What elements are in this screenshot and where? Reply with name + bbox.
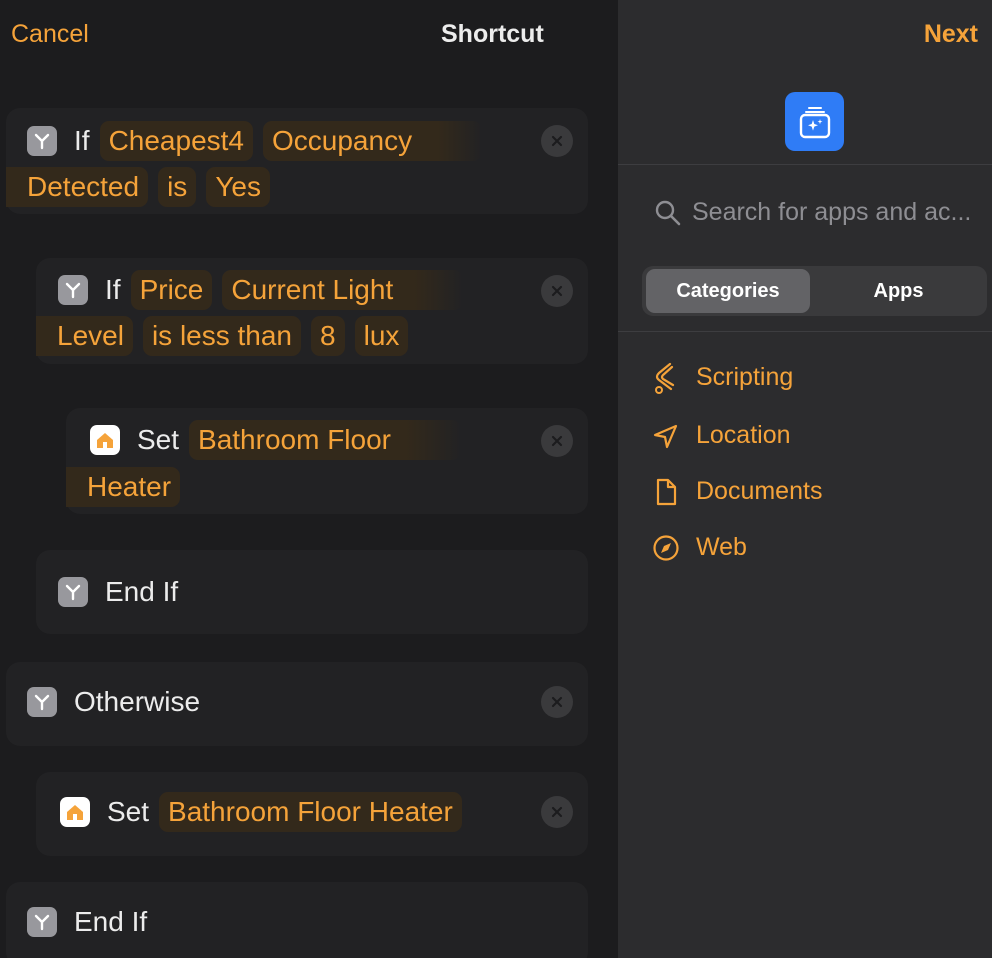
category-label: Web (696, 533, 747, 561)
segmented-control: Categories Apps (642, 266, 987, 316)
close-icon (551, 806, 563, 818)
search-input[interactable]: Search for apps and ac... (692, 198, 971, 227)
close-icon (551, 285, 563, 297)
tab-apps[interactable]: Apps (814, 269, 983, 313)
category-scripting[interactable]: Scripting (652, 362, 794, 394)
otherwise-row: Otherwise (27, 682, 210, 722)
next-button[interactable]: Next (924, 20, 978, 49)
category-label: Scripting (696, 363, 794, 391)
value-token[interactable]: 8 (311, 316, 345, 356)
value-token[interactable]: Yes (206, 167, 270, 207)
close-icon (551, 135, 563, 147)
branch-icon (58, 275, 88, 305)
search-field[interactable]: Search for apps and ac... (654, 198, 971, 227)
location-arrow-icon (652, 422, 680, 450)
variable-token[interactable]: Detected (6, 167, 149, 207)
divider (618, 331, 992, 332)
cancel-button[interactable]: Cancel (11, 20, 89, 49)
category-web[interactable]: Web (652, 533, 747, 562)
search-icon (655, 200, 681, 225)
remove-action-button[interactable] (541, 125, 573, 157)
end-if-keyword: End If (74, 906, 148, 937)
end-if-keyword: End If (105, 576, 179, 607)
category-label: Location (696, 421, 791, 449)
set-action-row-2: Heater (66, 467, 190, 507)
category-location[interactable]: Location (652, 421, 791, 450)
variable-token[interactable]: Cheapest4 (99, 121, 253, 161)
if-action-row-2: Level is less than 8 lux (36, 316, 418, 356)
end-if-row: End If (27, 902, 157, 942)
condition-token[interactable]: is less than (142, 316, 302, 356)
if-keyword: If (74, 125, 90, 156)
accessory-token[interactable]: Bathroom Floor Heater (159, 792, 462, 832)
set-keyword: Set (107, 796, 150, 827)
set-keyword: Set (137, 424, 180, 455)
accessory-token[interactable]: Bathroom Floor (189, 420, 461, 460)
branch-icon (27, 687, 57, 717)
actions-sidebar: Next Search for apps and ac... Categorie… (618, 0, 992, 958)
unit-token[interactable]: lux (354, 316, 409, 356)
page-title: Shortcut (441, 20, 544, 48)
close-icon (551, 696, 563, 708)
variable-token[interactable]: Level (36, 316, 133, 356)
branch-icon (27, 126, 57, 156)
variable-token[interactable]: Current Light (222, 270, 464, 310)
branch-icon (58, 577, 88, 607)
compass-icon (652, 534, 680, 562)
condition-token[interactable]: is (158, 167, 197, 207)
end-if-row: End If (58, 572, 188, 612)
document-icon (652, 478, 680, 506)
tab-categories[interactable]: Categories (646, 269, 810, 313)
category-label: Documents (696, 477, 823, 505)
if-action-row-1: If Price Current Light (58, 270, 473, 310)
shortcuts-app-icon (785, 92, 844, 151)
home-app-icon (90, 425, 120, 455)
otherwise-keyword: Otherwise (74, 686, 201, 717)
scripting-icon (652, 362, 680, 394)
accessory-token[interactable]: Heater (66, 467, 181, 507)
branch-icon (27, 907, 57, 937)
home-app-icon (60, 797, 90, 827)
close-icon (551, 435, 563, 447)
if-action-row-1: If Cheapest4 Occupancy (27, 121, 492, 161)
remove-action-button[interactable] (541, 796, 573, 828)
remove-action-button[interactable] (541, 425, 573, 457)
set-action-row-1: Set Bathroom Floor (90, 420, 471, 460)
remove-action-button[interactable] (541, 275, 573, 307)
remove-action-button[interactable] (541, 686, 573, 718)
divider (618, 164, 992, 165)
if-action-row-2: Detected is Yes (6, 167, 280, 207)
variable-token[interactable]: Occupancy (263, 121, 483, 161)
variable-token[interactable]: Price (130, 270, 213, 310)
category-documents[interactable]: Documents (652, 477, 822, 506)
set-action-row: Set Bathroom Floor Heater (60, 792, 472, 832)
if-keyword: If (105, 274, 121, 305)
shortcut-editor: Cancel Shortcut If Cheapest4 Occupancy D… (0, 0, 618, 958)
